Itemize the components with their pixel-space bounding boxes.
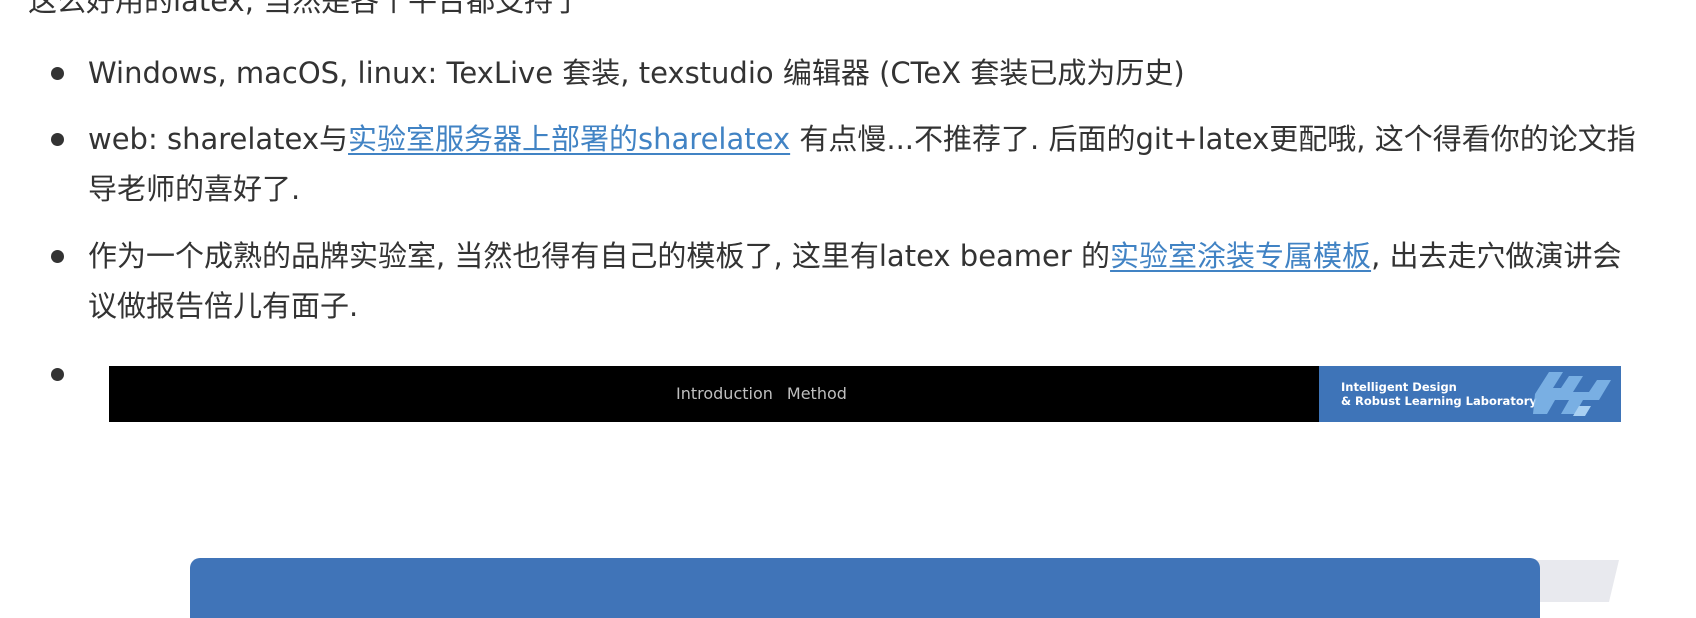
- lab-brand-block: Intelligent Design & Robust Learning Lab…: [1319, 366, 1621, 422]
- list-item-text: Windows, macOS, linux: TexLive 套装, texst…: [88, 56, 1185, 90]
- intro-text: 这么好用的latex, 当然是各个平台都支持了: [28, 0, 583, 18]
- beamer-slide-preview-image: Introduction Method Intelligent Design & …: [109, 366, 1621, 618]
- sharelatex-server-link[interactable]: 实验室服务器上部署的sharelatex: [348, 122, 790, 156]
- list-item: 作为一个成熟的品牌实验室, 当然也得有自己的模板了, 这里有latex beam…: [51, 231, 1643, 331]
- bullet-icon: [51, 368, 64, 381]
- list-item: web: sharelatex与实验室服务器上部署的sharelatex 有点慢…: [51, 114, 1643, 214]
- list-item-prefix: web: sharelatex与: [88, 122, 349, 156]
- lab-template-link[interactable]: 实验室涂装专属模板: [1110, 239, 1371, 273]
- list-item: Windows, macOS, linux: TexLive 套装, texst…: [51, 48, 1643, 98]
- bullet-icon: [51, 133, 64, 146]
- list-item-prefix: 作为一个成熟的品牌实验室, 当然也得有自己的模板了, 这里有latex beam…: [88, 239, 1111, 273]
- slide-nav-method: Method: [786, 384, 847, 403]
- slide-nav-introduction: Introduction: [676, 384, 773, 403]
- slide-header-bar: Introduction Method Intelligent Design & …: [109, 366, 1621, 422]
- bullet-icon: [51, 250, 64, 263]
- lab-name-line2: & Robust Learning Laboratory: [1341, 394, 1537, 408]
- bullet-icon: [51, 67, 64, 80]
- lab-logo-icon: [1533, 372, 1611, 416]
- lab-name-line1: Intelligent Design: [1341, 380, 1457, 394]
- lab-name: Intelligent Design & Robust Learning Lab…: [1341, 380, 1537, 408]
- slide-nav: Introduction Method: [676, 366, 861, 422]
- slide-title-block: [190, 558, 1540, 618]
